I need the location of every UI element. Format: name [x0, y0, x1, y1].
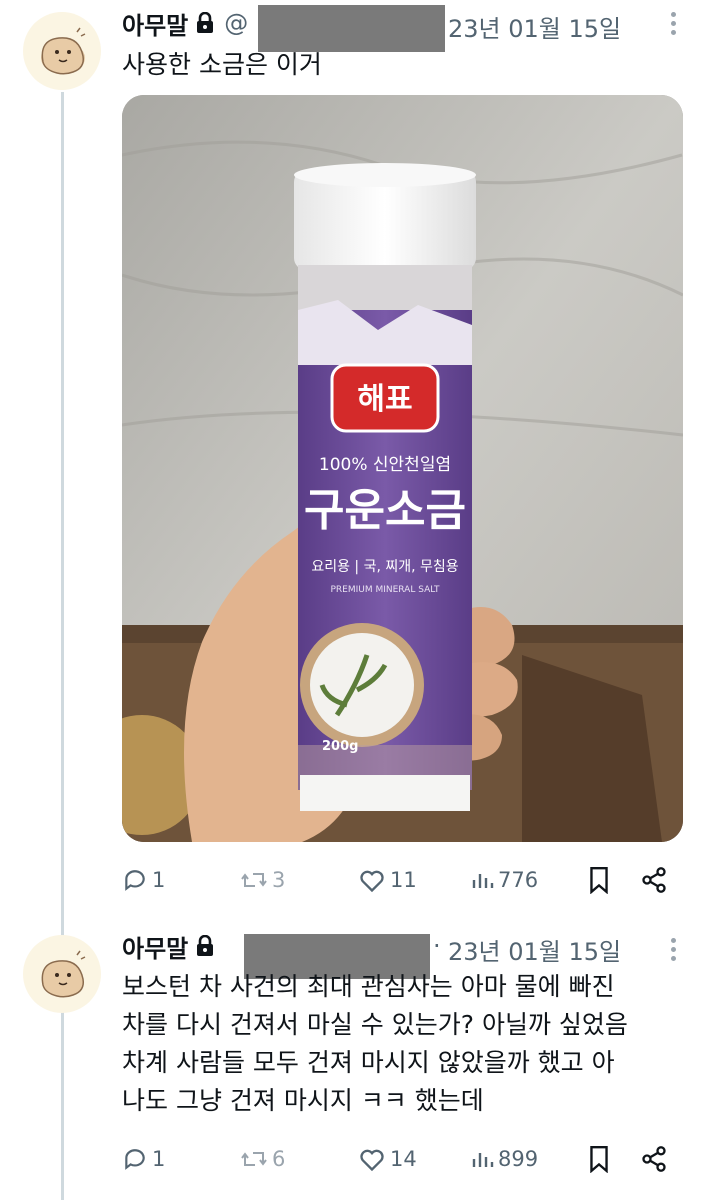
retweet-button[interactable]: 3 [240, 861, 285, 899]
tweet-photo[interactable]: 해표 100% 신안천일염 구운소금 요리용 | 국, 찌개, 무침용 PREM… [122, 95, 683, 842]
tweet-date[interactable]: 23년 01월 15일 [448, 9, 621, 44]
tweet-2[interactable]: 아무말 · 23년 01월 15일 보스턴 차 사건의 최대 관심사는 아마 물… [0, 920, 707, 1200]
tweet-text-line: 차계 사람들 모두 건져 마시지 않았을까 했고 아 [122, 1048, 615, 1077]
retweet-count: 3 [272, 868, 286, 892]
tweet-header: 아무말 @ [122, 3, 248, 43]
author-handle[interactable]: @ [224, 9, 248, 37]
like-count: 11 [390, 868, 417, 892]
share-button[interactable] [640, 861, 668, 899]
tweet-date[interactable]: 23년 01월 15일 [448, 932, 621, 967]
reply-button[interactable]: 1 [122, 861, 165, 899]
product-weight: 200g [322, 739, 358, 754]
tweet-actions: 1 6 14 899 [122, 1140, 682, 1178]
tweet-text: 사용한 소금은 이거 [122, 46, 322, 84]
salt-photo: 해표 100% 신안천일염 구운소금 요리용 | 국, 찌개, 무침용 PREM… [122, 95, 683, 842]
bookmark-button[interactable] [588, 1140, 610, 1178]
retweet-count: 6 [272, 1147, 286, 1171]
reply-count: 1 [152, 1147, 166, 1171]
redacted-handle [258, 5, 445, 52]
bookmark-icon [590, 866, 608, 894]
retweet-button[interactable]: 6 [240, 1140, 285, 1178]
share-icon [642, 867, 666, 893]
tweet-1[interactable]: 아무말 @ 23년 01월 15일 사용한 소금은 이거 해표 100% 신안천… [0, 0, 707, 920]
lock-icon [196, 11, 214, 34]
product-usage: 요리용 | 국, 찌개, 무침용 [311, 559, 458, 575]
like-icon [360, 870, 384, 893]
share-icon [642, 1146, 666, 1172]
avatar[interactable] [23, 935, 101, 1013]
product-subtitle: 100% 신안천일염 [319, 455, 451, 475]
more-icon[interactable] [671, 938, 677, 964]
reply-button[interactable]: 1 [122, 1140, 165, 1178]
view-count: 776 [498, 868, 539, 892]
tweet-text-line: 차를 다시 건져서 마실 수 있는가? 아닐까 싶었음 [122, 1010, 628, 1039]
retweet-icon [241, 1152, 267, 1166]
reply-count: 1 [152, 868, 166, 892]
avatar-character-icon [41, 27, 86, 75]
bookmark-button[interactable] [588, 861, 610, 899]
like-button[interactable]: 11 [358, 861, 417, 899]
avatar[interactable] [23, 12, 101, 90]
date-separator: · [433, 932, 441, 960]
author-name[interactable]: 아무말 [122, 6, 188, 41]
like-icon [360, 1149, 384, 1172]
avatar-character-icon [41, 950, 86, 998]
reply-icon [125, 1149, 145, 1170]
views-icon [472, 874, 494, 888]
bookmark-icon [590, 1145, 608, 1173]
views-icon [472, 1153, 494, 1167]
tweet-actions: 1 3 11 776 [122, 861, 682, 899]
author-name[interactable]: 아무말 [122, 929, 188, 964]
product-name: 구운소금 [304, 485, 466, 536]
lock-icon [196, 934, 214, 957]
retweet-icon [241, 873, 267, 887]
tweet-header: 아무말 [122, 926, 214, 966]
views-button[interactable]: 776 [470, 861, 538, 899]
tweet-text-line: 사용한 소금은 이거 [122, 50, 322, 79]
view-count: 899 [498, 1147, 539, 1171]
views-button[interactable]: 899 [470, 1140, 538, 1178]
reply-icon [125, 870, 145, 891]
tweet-text-line: 보스턴 차 사건의 최대 관심사는 아마 물에 빠진 [122, 972, 615, 1001]
more-icon[interactable] [671, 12, 677, 38]
tweet-text-line: 나도 그냥 건져 마시지 ㅋㅋ 했는데 [122, 1086, 484, 1115]
product-english: PREMIUM MINERAL SALT [330, 585, 440, 595]
like-count: 14 [390, 1147, 417, 1171]
tweet-text: 보스턴 차 사건의 최대 관심사는 아마 물에 빠진 차를 다시 건져서 마실 … [122, 968, 628, 1120]
share-button[interactable] [640, 1140, 668, 1178]
brand-logo: 해표 [357, 382, 412, 417]
like-button[interactable]: 14 [358, 1140, 417, 1178]
